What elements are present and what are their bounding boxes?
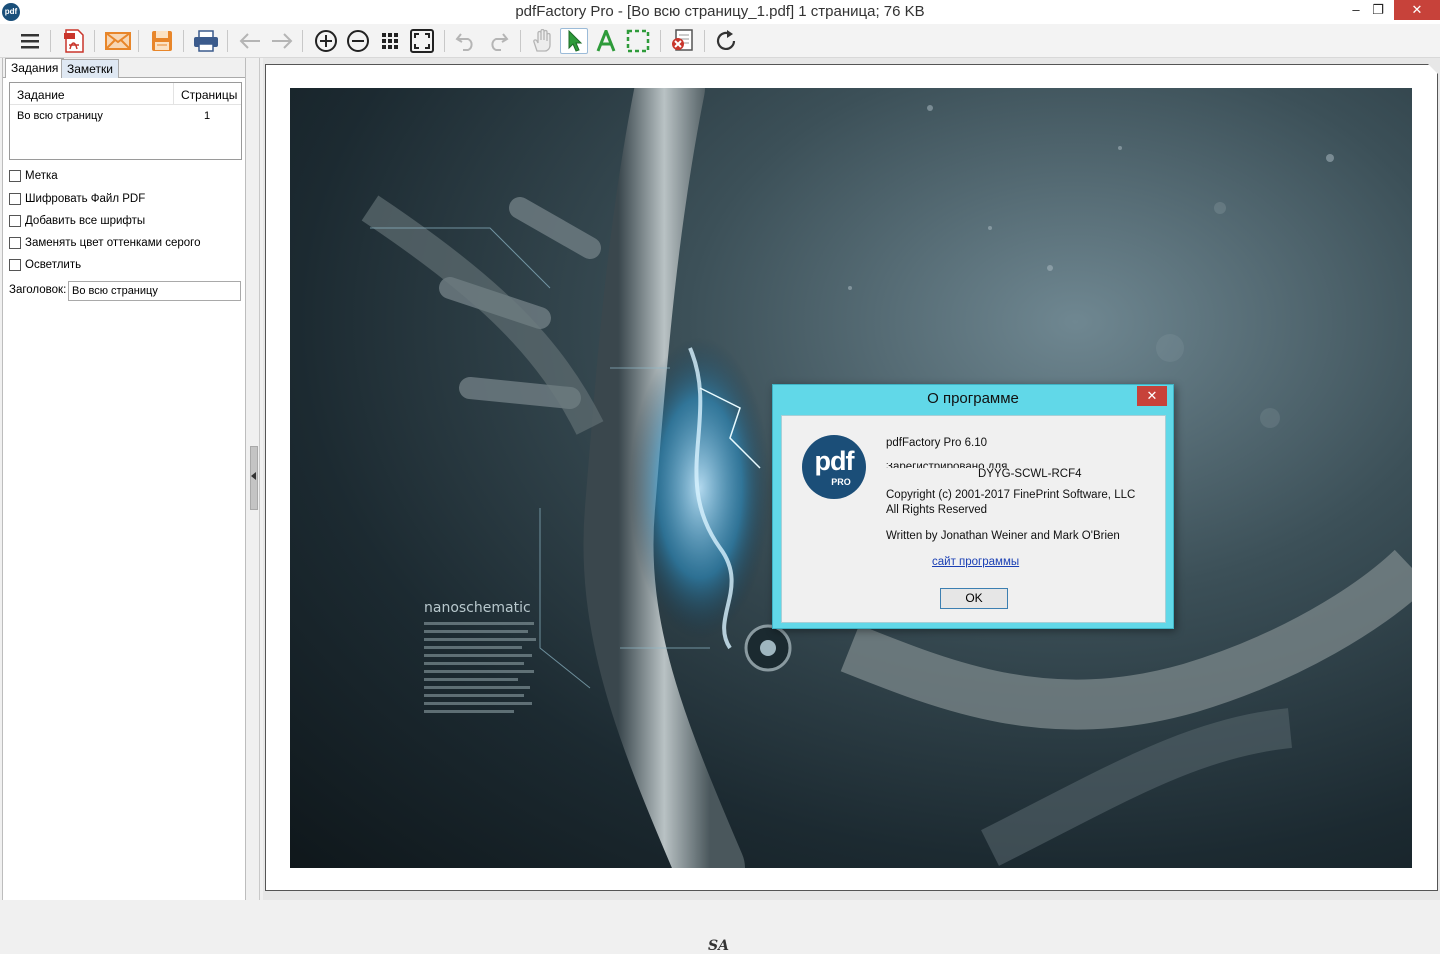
undo-icon[interactable] (452, 28, 480, 54)
hand-icon[interactable] (528, 28, 556, 54)
zoom-in-icon[interactable] (312, 28, 340, 54)
toolbar-separator (444, 30, 445, 52)
toolbar-separator (183, 30, 184, 52)
panel-tabs: Задания Заметки (3, 58, 245, 78)
refresh-icon[interactable] (712, 28, 740, 54)
serial-number: DYYG-SCWL-RCF4 (978, 468, 1082, 480)
checkbox[interactable] (9, 193, 21, 205)
toolbar-separator (520, 30, 521, 52)
pdf-save-icon[interactable] (60, 28, 88, 54)
thumbnails-icon[interactable] (376, 28, 404, 54)
task-name: Во всю страницу (17, 110, 103, 122)
close-window-button[interactable]: ✕ (1394, 0, 1440, 20)
column-header-task[interactable]: Задание (10, 83, 174, 104)
splitter-line (259, 58, 260, 900)
photo-caption: nanoschematic (424, 600, 531, 616)
copyright-text: Copyright (c) 2001-2017 FinePrint Softwa… (886, 489, 1136, 501)
logo-subtext: PRO (831, 477, 851, 487)
option-label: Заменять цвет оттенками серого (25, 237, 201, 249)
heading-label: Заголовок: (9, 284, 67, 296)
logo-text: pdf (814, 446, 855, 476)
rights-text: All Rights Reserved (886, 504, 987, 516)
task-row[interactable]: Во всю страницу 1 (10, 105, 241, 127)
heading-input[interactable]: Во всю страницу (68, 281, 241, 301)
collapse-arrow-icon[interactable] (251, 472, 256, 480)
dialog-title: О программе (927, 390, 1019, 407)
website-link[interactable]: сайт программы (932, 556, 1019, 568)
text-tool-icon[interactable] (592, 28, 620, 54)
page-corner (1428, 64, 1438, 74)
select-arrow-icon[interactable] (560, 28, 588, 54)
task-list: Задание Страницы Во всю страницу 1 (9, 82, 242, 160)
toolbar-separator (94, 30, 95, 52)
print-icon[interactable] (192, 28, 220, 54)
toolbar (0, 24, 1440, 58)
option-encrypt-checkbox[interactable]: Шифровать Файл PDF (9, 191, 145, 207)
task-list-header: Задание Страницы (10, 83, 241, 105)
tab-notes[interactable]: Заметки (61, 59, 119, 78)
option-label: Добавить все шрифты (25, 215, 146, 227)
selection-tool-icon[interactable] (624, 28, 652, 54)
dialog-close-button[interactable]: ✕ (1137, 386, 1167, 406)
checkbox[interactable] (9, 215, 21, 227)
toolbar-separator (302, 30, 303, 52)
task-pages: 1 (204, 110, 211, 122)
save-icon[interactable] (148, 28, 176, 54)
checkbox[interactable] (9, 170, 21, 182)
checkbox[interactable] (9, 237, 21, 249)
about-dialog: О программе ✕ pdf PRO pdfFactory Pro 6.1… (772, 384, 1174, 629)
dialog-body: pdf PRO pdfFactory Pro 6.10 Зарегистриро… (781, 415, 1166, 623)
toolbar-separator (660, 30, 661, 52)
left-panel: Задания Заметки Задание Страницы Во всю … (2, 58, 246, 900)
option-label: Осветлить (25, 259, 82, 271)
column-header-pages[interactable]: Страницы (174, 83, 241, 104)
title-bar: pdf pdfFactory Pro - [Во всю страницу_1.… (0, 0, 1440, 24)
forward-icon[interactable] (268, 28, 296, 54)
zoom-out-icon[interactable] (344, 28, 372, 54)
panel-splitter[interactable] (247, 58, 263, 900)
option-label: Шифровать Файл PDF (25, 193, 146, 205)
fit-page-icon[interactable] (408, 28, 436, 54)
back-icon[interactable] (236, 28, 264, 54)
option-lighten-checkbox[interactable]: Осветлить (9, 257, 81, 273)
redo-icon[interactable] (484, 28, 512, 54)
delete-page-icon[interactable] (668, 28, 696, 54)
option-label-checkbox[interactable]: Метка (9, 168, 58, 184)
restore-button[interactable]: ❐ (1364, 0, 1392, 20)
authors-text: Written by Jonathan Weiner and Mark O'Br… (886, 530, 1120, 542)
option-label: Метка (25, 170, 58, 182)
toolbar-separator (138, 30, 139, 52)
product-version: pdfFactory Pro 6.10 (886, 437, 987, 449)
option-grayscale-checkbox[interactable]: Заменять цвет оттенками серого (9, 235, 201, 251)
pdf-pro-logo: pdf PRO (802, 435, 866, 499)
window-title: pdfFactory Pro - [Во всю страницу_1.pdf]… (515, 3, 925, 20)
ok-button[interactable]: OK (940, 588, 1008, 609)
toolbar-separator (227, 30, 228, 52)
checkbox[interactable] (9, 259, 21, 271)
tab-tasks[interactable]: Задания (5, 58, 65, 78)
toolbar-separator (704, 30, 705, 52)
watermark: SA (708, 938, 729, 954)
option-embed-fonts-checkbox[interactable]: Добавить все шрифты (9, 213, 145, 229)
menu-icon[interactable] (16, 28, 44, 54)
email-icon[interactable] (104, 28, 132, 54)
toolbar-separator (50, 30, 51, 52)
